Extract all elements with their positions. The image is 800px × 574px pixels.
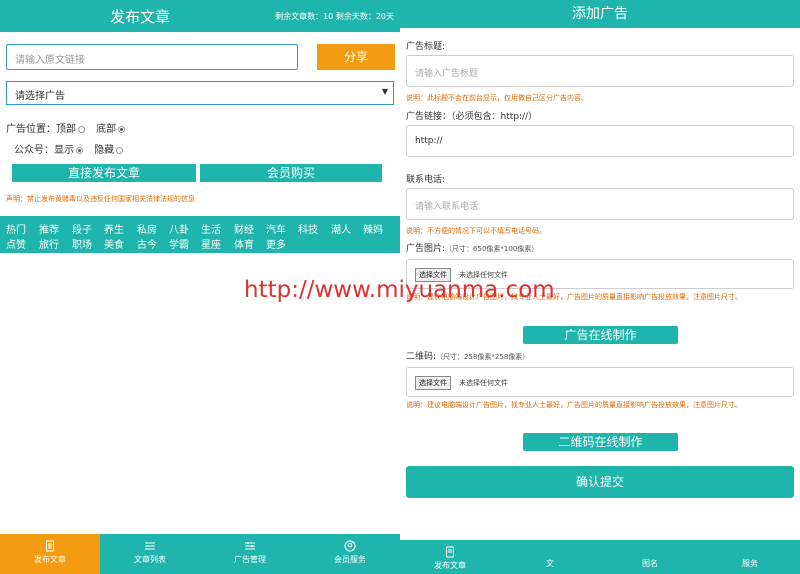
ad-position-bottom-label: 底部: [96, 124, 117, 135]
ad-link-label: 广告链接：（必须包含：http://）: [406, 112, 538, 122]
official-label: 公众号：: [14, 145, 54, 156]
ad-link-input[interactable]: http://: [406, 125, 794, 157]
qr-label: 二维码:: [406, 352, 437, 362]
sliders-icon: [245, 542, 255, 550]
category-item[interactable]: 私房: [137, 221, 157, 236]
category-item[interactable]: 财经: [234, 221, 254, 236]
choose-file-button[interactable]: 选择文件: [415, 376, 451, 390]
category-item[interactable]: 旅行: [39, 236, 59, 251]
tab-label: 图名: [642, 559, 658, 568]
ad-position-top-label: 顶部: [56, 124, 76, 135]
ad-title-note: 说明：此标题不会在前台显示，仅用做自己区分广告内容。: [406, 94, 588, 102]
tab-label: 广告管理: [234, 555, 266, 564]
chevron-down-icon: ▼: [381, 87, 388, 96]
tab-publish-article[interactable]: 发布文章: [0, 534, 100, 574]
bottom-tab-bar: 发布文章 文章列表 广告管理 会员服务: [0, 534, 400, 574]
document-icon: [446, 546, 454, 558]
official-show-label: 显示: [54, 145, 74, 156]
tab-article-list[interactable]: 文: [500, 540, 600, 574]
tab-ad-management[interactable]: 广告管理: [200, 534, 300, 574]
tab-label: 服务: [742, 559, 758, 568]
page-title: 添加广告: [400, 0, 800, 28]
phone-note: 说明：不方便的情况下可以不填写电话号码。: [406, 227, 546, 235]
tab-label: 会员服务: [334, 555, 366, 564]
submit-button[interactable]: 确认提交: [406, 466, 794, 498]
publish-button[interactable]: 直接发布文章: [12, 164, 196, 182]
bottom-tab-bar: 发布文章 文 图名 服务: [400, 540, 800, 574]
official-hide-radio[interactable]: [116, 146, 124, 154]
official-hide-label: 隐藏: [94, 145, 115, 156]
ad-select-value: 请选择广告: [15, 91, 65, 102]
ad-title-input[interactable]: 请输入广告标题: [406, 55, 794, 87]
ad-title-label: 广告标题:: [406, 42, 446, 52]
category-item[interactable]: 更多: [266, 236, 286, 251]
tab-label: 文章列表: [134, 555, 166, 564]
category-item[interactable]: 生活: [201, 221, 221, 236]
category-bar: 热门 推荐 段子 养生 私房 八卦 生活 财经 汽车 科技 潮人 辣妈 点赞 旅…: [0, 216, 400, 253]
qr-note: 说明：建议电脑端设计广告图片，找专业人士最好，广告图片的质量直接影响广告投放效果…: [406, 401, 742, 409]
ad-image-label: 广告图片:: [406, 244, 446, 254]
list-icon: [145, 542, 155, 550]
tab-label: 发布文章: [34, 555, 66, 564]
quota-stats: 剩余文章数：10 剩余天数：20天: [275, 12, 394, 21]
file-status: 未选择任何文件: [459, 379, 508, 387]
tab-label: 发布文章: [434, 561, 466, 570]
ad-position-label: 广告位置：: [6, 124, 56, 135]
category-item[interactable]: 体育: [234, 236, 254, 251]
category-item[interactable]: 养生: [104, 221, 124, 236]
category-item[interactable]: 推荐: [39, 221, 59, 236]
watermark-url: http://www.miyuanma.com: [244, 277, 555, 303]
tab-publish-article[interactable]: 发布文章: [400, 540, 500, 574]
official-account-row: 公众号：显示 隐藏: [14, 141, 127, 156]
ad-position-bottom-radio[interactable]: [118, 125, 126, 133]
category-item[interactable]: 星座: [201, 236, 221, 251]
user-icon: [344, 540, 356, 552]
tab-ad-management[interactable]: 图名: [600, 540, 700, 574]
ad-image-size: （尺寸：650像素*100像素）: [445, 245, 539, 253]
tab-member-service[interactable]: 服务: [700, 540, 800, 574]
tab-label: 文: [546, 559, 554, 568]
header-bar: 发布文章 剩余文章数：10 剩余天数：20天: [0, 0, 400, 32]
share-button[interactable]: 分享: [317, 44, 395, 70]
vip-purchase-button[interactable]: 会员购买: [200, 164, 382, 182]
ad-image-label-row: 广告图片:（尺寸：650像素*100像素）: [406, 241, 538, 254]
tab-member-service[interactable]: 会员服务: [300, 534, 400, 574]
category-item[interactable]: 段子: [72, 221, 92, 236]
ad-position-row: 广告位置：顶部 底部: [6, 120, 129, 135]
ad-select[interactable]: 请选择广告 ▼: [6, 81, 394, 105]
qr-size: （尺寸：258像素*258像素）: [436, 353, 530, 361]
category-item[interactable]: 点赞: [6, 236, 26, 251]
category-item[interactable]: 科技: [298, 221, 318, 236]
article-url-input[interactable]: 请输入原文链接: [6, 44, 298, 70]
category-item[interactable]: 美食: [104, 236, 124, 251]
screenshot-stage: 发布文章 剩余文章数：10 剩余天数：20天 请输入原文链接 分享 请选择广告 …: [0, 0, 800, 574]
tab-article-list[interactable]: 文章列表: [100, 534, 200, 574]
official-show-radio[interactable]: [76, 146, 83, 154]
category-item[interactable]: 八卦: [169, 221, 189, 236]
category-item[interactable]: 古今: [137, 236, 157, 251]
phone-label: 联系电话:: [406, 175, 446, 185]
page-title: 发布文章: [109, 8, 170, 26]
document-icon: [46, 540, 54, 552]
category-item[interactable]: 热门: [6, 221, 26, 236]
qr-label-row: 二维码:（尺寸：258像素*258像素）: [406, 349, 529, 362]
ad-position-top-radio[interactable]: [78, 125, 85, 133]
category-item[interactable]: 学霸: [169, 236, 189, 251]
qr-file-input[interactable]: 选择文件 未选择任何文件: [406, 367, 794, 397]
qr-make-button[interactable]: 二维码在线制作: [523, 433, 678, 451]
ad-make-button[interactable]: 广告在线制作: [523, 326, 678, 344]
category-item[interactable]: 汽车: [266, 221, 286, 236]
phone-input[interactable]: 请输入联系电话: [406, 188, 794, 220]
category-item[interactable]: 辣妈: [363, 221, 383, 236]
category-item[interactable]: 潮人: [331, 221, 351, 236]
category-item[interactable]: 职场: [72, 236, 92, 251]
legal-notice: 声明：禁止发布黄赌毒以及违反任何国家相关法律法规的信息: [6, 195, 195, 203]
